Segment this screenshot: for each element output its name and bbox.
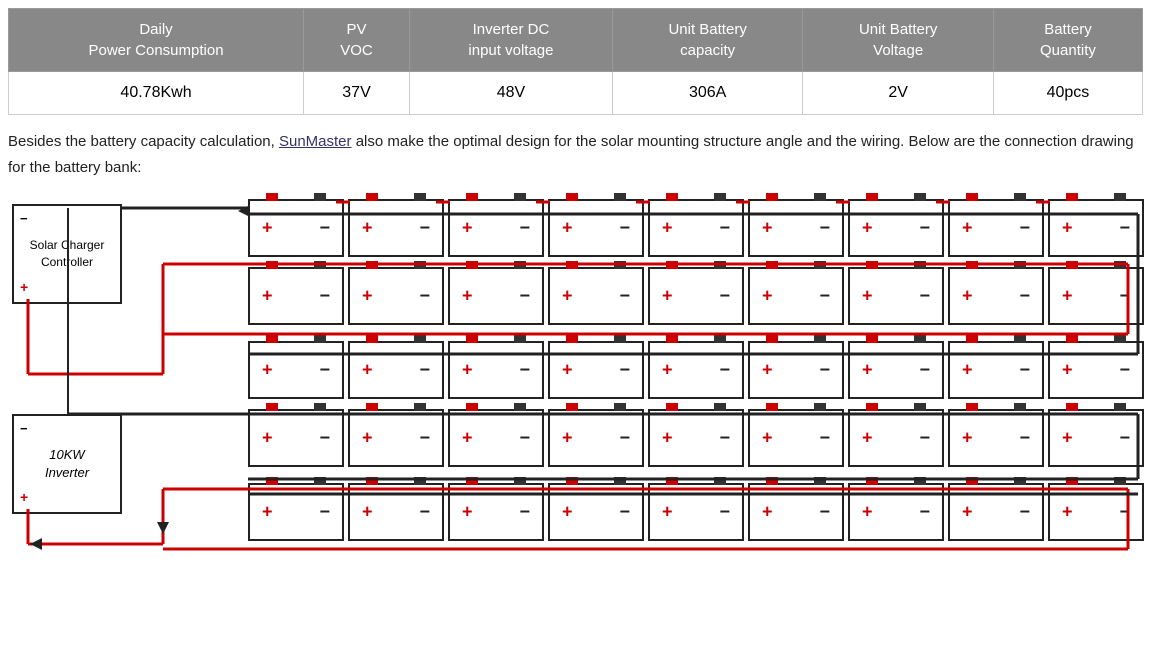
battery-4-4: +−	[548, 409, 644, 467]
battery-row-3: +− +− +− +− +− +− +− +− +−	[248, 341, 1138, 399]
battery-5-1: +−	[248, 483, 344, 541]
battery-4-5: +−	[648, 409, 744, 467]
battery-3-7: +−	[848, 341, 944, 399]
cell-battery-quantity: 40pcs	[993, 72, 1142, 115]
battery-2-6: +−	[748, 267, 844, 325]
battery-2-3: +−	[448, 267, 544, 325]
battery-4-2: +−	[348, 409, 444, 467]
battery-row-1: +− +− +− +− +− +− +− +− +−	[248, 199, 1138, 257]
battery-1-4: +−	[548, 199, 644, 257]
battery-1-2: +−	[348, 199, 444, 257]
cell-unit-battery-voltage: 2V	[803, 72, 994, 115]
controller-minus: −	[20, 210, 28, 228]
battery-2-8: +−	[948, 267, 1044, 325]
cell-unit-battery-capacity: 306A	[612, 72, 803, 115]
battery-4-9: +−	[1048, 409, 1144, 467]
controller-label: Solar ChargerController	[30, 237, 105, 271]
battery-1-6: +−	[748, 199, 844, 257]
battery-2-7: +−	[848, 267, 944, 325]
sunmaster-link[interactable]: SunMaster	[279, 133, 352, 150]
battery-row-2: +− +− +− +− +− +− +− +− +−	[248, 267, 1138, 325]
battery-5-5: +−	[648, 483, 744, 541]
battery-2-2: +−	[348, 267, 444, 325]
col-header-unit-battery-voltage: Unit BatteryVoltage	[803, 9, 994, 72]
controller-box: − Solar ChargerController +	[12, 204, 122, 304]
col-header-inverter-dc: Inverter DCinput voltage	[410, 9, 613, 72]
battery-3-6: +−	[748, 341, 844, 399]
battery-3-5: +−	[648, 341, 744, 399]
col-header-battery-quantity: BatteryQuantity	[993, 9, 1142, 72]
battery-5-7: +−	[848, 483, 944, 541]
wiring-diagram: − Solar ChargerController + − 10KWInvert…	[8, 194, 1143, 564]
cell-daily-power: 40.78Kwh	[9, 72, 304, 115]
battery-4-6: +−	[748, 409, 844, 467]
battery-1-3: +−	[448, 199, 544, 257]
battery-3-8: +−	[948, 341, 1044, 399]
cell-pv-voc: 37V	[304, 72, 410, 115]
battery-5-8: +−	[948, 483, 1044, 541]
battery-3-1: +−	[248, 341, 344, 399]
cell-inverter-dc: 48V	[410, 72, 613, 115]
battery-row-4: +− +− +− +− +− +− +− +− +−	[248, 409, 1138, 467]
inverter-label: 10KWInverter	[45, 446, 89, 482]
battery-5-6: +−	[748, 483, 844, 541]
battery-3-9: +−	[1048, 341, 1144, 399]
battery-1-9: +−	[1048, 199, 1144, 257]
battery-2-4: +−	[548, 267, 644, 325]
battery-5-9: +−	[1048, 483, 1144, 541]
battery-4-3: +−	[448, 409, 544, 467]
description-text: Besides the battery capacity calculation…	[8, 129, 1143, 180]
battery-1-7: +−	[848, 199, 944, 257]
battery-1-8: +−	[948, 199, 1044, 257]
battery-1-1: +−	[248, 199, 344, 257]
col-header-unit-battery-capacity: Unit Batterycapacity	[612, 9, 803, 72]
battery-5-4: +−	[548, 483, 644, 541]
inverter-box: − 10KWInverter +	[12, 414, 122, 514]
inverter-plus: +	[20, 488, 28, 508]
battery-4-8: +−	[948, 409, 1044, 467]
battery-3-2: +−	[348, 341, 444, 399]
battery-2-1: +−	[248, 267, 344, 325]
specs-table: DailyPower Consumption PVVOC Inverter DC…	[8, 8, 1143, 115]
battery-2-9: +−	[1048, 267, 1144, 325]
col-header-pv-voc: PVVOC	[304, 9, 410, 72]
col-header-daily-power: DailyPower Consumption	[9, 9, 304, 72]
inverter-minus: −	[20, 420, 28, 438]
battery-5-2: +−	[348, 483, 444, 541]
battery-1-5: +−	[648, 199, 744, 257]
controller-plus: +	[20, 278, 28, 298]
battery-3-4: +−	[548, 341, 644, 399]
battery-4-1: +−	[248, 409, 344, 467]
battery-2-5: +−	[648, 267, 744, 325]
battery-row-5: +− +− +− +− +− +− +− +− +−	[248, 483, 1138, 541]
battery-5-3: +−	[448, 483, 544, 541]
battery-4-7: +−	[848, 409, 944, 467]
battery-3-3: +−	[448, 341, 544, 399]
